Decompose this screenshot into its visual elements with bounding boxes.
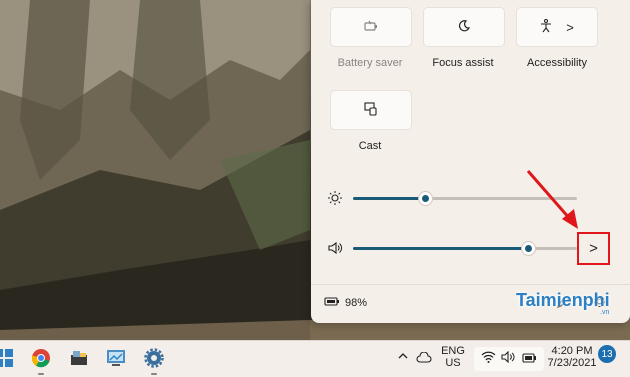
focus-assist-label: Focus assist [432,57,494,69]
watermark-logo: Taimienphi .vn [516,290,610,316]
battery-percentage: 98% [345,297,368,309]
notification-badge[interactable]: 13 [598,345,616,363]
speaker-icon[interactable] [327,240,345,258]
battery-saver-icon [364,20,378,35]
language-code: ENG [441,345,465,357]
wifi-icon [481,350,496,368]
moon-icon [458,19,471,35]
battery-saver-tile[interactable] [330,7,412,47]
volume-track[interactable] [353,241,577,256]
watermark-suffix: .vn [600,309,610,316]
brightness-thumb[interactable] [417,191,433,206]
clock-date: 7/23/2021 [547,357,597,369]
cast-label: Cast [358,140,382,152]
clock-time: 4:20 PM [551,345,593,357]
panel-divider [311,284,630,285]
control-panel-icon[interactable] [104,346,128,370]
volume-thumb[interactable] [520,241,536,256]
accessibility-icon [540,18,552,36]
keyboard-region: US [445,357,461,369]
settings-app-icon[interactable] [142,346,166,375]
battery-saver-label: Battery saver [337,57,403,69]
volume-tray-icon [501,350,516,368]
system-status-group[interactable] [474,347,544,371]
chevron-right-icon: > [589,240,598,257]
volume-slider[interactable] [327,236,617,262]
language-indicator[interactable]: ENG US [441,345,465,369]
chrome-icon[interactable] [29,346,53,375]
battery-status[interactable]: 98% [324,296,367,310]
brightness-fill [353,197,425,200]
start-icon[interactable] [0,346,16,370]
battery-tray-icon [522,350,537,368]
clock[interactable]: 4:20 PM 7/23/2021 [547,345,597,369]
annotation-arrow [526,170,578,229]
accessibility-label: Accessibility [527,57,587,69]
volume-fill [353,247,528,250]
watermark-text: Taimienphi [516,290,610,310]
accessibility-tile[interactable]: > [516,7,598,47]
explorer-icon[interactable] [67,346,91,370]
sun-icon [327,190,345,208]
accessibility-chevron[interactable]: > [566,20,574,35]
cast-tile[interactable] [330,90,412,130]
quick-settings-panel [311,0,630,323]
battery-icon [324,296,340,310]
cloud-icon[interactable] [416,350,432,368]
audio-output-expand-button[interactable]: > [577,232,610,265]
cast-icon [364,101,378,119]
chevron-up-icon[interactable] [397,350,409,364]
focus-assist-tile[interactable] [423,7,505,47]
